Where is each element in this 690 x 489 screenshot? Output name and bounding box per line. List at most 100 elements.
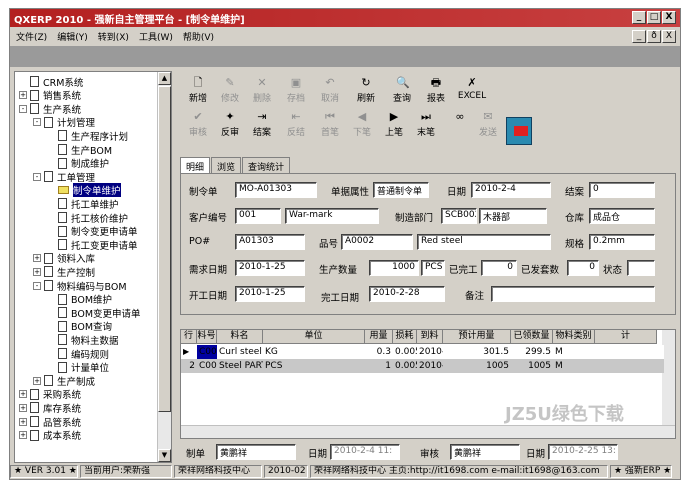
tree-item[interactable]: 制令变更申请单: [47, 225, 138, 238]
expand-icon[interactable]: +: [19, 417, 27, 426]
unit-field[interactable]: PCS: [421, 260, 445, 276]
grid-header[interactable]: 料名: [217, 330, 263, 344]
finish-date-field[interactable]: 2010-2-28: [369, 286, 445, 302]
grid-header[interactable]: 预计用量: [443, 330, 511, 344]
menu-tools[interactable]: 工具(W): [139, 30, 173, 43]
table-cell[interactable]: Curl steel: [217, 345, 263, 359]
grid-header[interactable]: 到料日期: [417, 330, 443, 344]
warehouse-field[interactable]: 成品仓: [589, 208, 655, 224]
tree-item[interactable]: 生产BOM: [47, 143, 112, 157]
tree-item[interactable]: 托工核价维护: [47, 211, 128, 225]
tree-item[interactable]: + 生产控制: [33, 265, 95, 279]
dept-code-field[interactable]: SCB002: [441, 208, 477, 224]
table-cell[interactable]: 1: [365, 359, 393, 373]
unaudit-button[interactable]: ✦ 反审: [214, 111, 246, 139]
table-cell[interactable]: [595, 345, 657, 359]
po-field[interactable]: A01303: [235, 234, 305, 250]
required-date-field[interactable]: 2010-1-25: [235, 260, 305, 276]
tree-item[interactable]: BOM查询: [47, 320, 112, 333]
tree-item[interactable]: + 成本系统: [19, 429, 81, 442]
table-cell[interactable]: [595, 359, 657, 373]
tree-item[interactable]: 制成维护: [47, 157, 109, 170]
customer-code-field[interactable]: 001: [235, 208, 281, 224]
collapse-icon[interactable]: -: [33, 172, 41, 181]
tree-item[interactable]: BOM变更申请单: [47, 306, 141, 320]
delete-button[interactable]: ✕ 删除: [246, 77, 278, 105]
tree-item[interactable]: 制令单维护: [47, 183, 121, 198]
note-field[interactable]: [491, 286, 655, 302]
part-code-field[interactable]: A0002: [341, 234, 413, 250]
table-cell[interactable]: 301.5: [443, 345, 511, 359]
expand-icon[interactable]: +: [19, 91, 27, 100]
customer-name-field[interactable]: War-mark: [285, 208, 379, 224]
table-cell[interactable]: 0.005: [393, 345, 417, 359]
mdi-restore-button[interactable]: ð: [647, 30, 661, 43]
table-cell[interactable]: C0001: [197, 345, 217, 359]
date-field[interactable]: 2010-2-4: [471, 182, 551, 198]
grid-horizontal-scrollbar[interactable]: [181, 425, 675, 438]
table-cell[interactable]: 0.005: [393, 359, 417, 373]
next-button[interactable]: ▶ 上笔: [378, 111, 410, 139]
quantity-field[interactable]: 1000: [369, 260, 419, 276]
table-cell[interactable]: 2: [181, 359, 197, 373]
menu-file[interactable]: 文件(Z): [16, 30, 47, 43]
tree-item[interactable]: 托工单维护: [47, 197, 119, 211]
tree-item[interactable]: + 销售系统: [19, 89, 81, 102]
grid-header[interactable]: 用量: [365, 330, 393, 344]
table-cell[interactable]: KG: [263, 345, 365, 359]
scroll-up-icon[interactable]: ▲: [158, 72, 171, 85]
tree-item[interactable]: + 品管系统: [19, 415, 81, 429]
last-button[interactable]: ⏭ 末笔: [410, 111, 442, 139]
table-cell[interactable]: 299.5: [511, 345, 553, 359]
table-cell[interactable]: PCS: [263, 359, 365, 373]
save-button[interactable]: ▣ 存档: [280, 77, 312, 105]
close-button[interactable]: X: [662, 11, 676, 24]
menu-edit[interactable]: 编辑(Y): [57, 30, 88, 43]
collapse-icon[interactable]: -: [33, 281, 41, 290]
table-cell[interactable]: M: [553, 345, 595, 359]
tree-item[interactable]: 托工变更申请单: [47, 238, 138, 252]
mdi-close-button[interactable]: X: [662, 30, 676, 43]
done-field[interactable]: 0: [481, 260, 517, 276]
tree-item[interactable]: 生产程序计划: [47, 129, 128, 143]
tree-item[interactable]: CRM系统: [19, 75, 83, 89]
grid-header[interactable]: 损耗: [393, 330, 417, 344]
close-case-button[interactable]: ⇥ 结案: [246, 111, 278, 139]
tab-query-stats[interactable]: 查询统计: [242, 157, 291, 173]
maker-field[interactable]: 黄鹏祥: [216, 444, 296, 460]
excel-button[interactable]: ✗ EXCEL: [456, 77, 488, 102]
sent-field[interactable]: 0: [567, 260, 599, 276]
exit-icon[interactable]: [506, 117, 532, 145]
refresh-button[interactable]: ↻ 刷新: [350, 77, 382, 105]
tree-item[interactable]: - 生产系统: [19, 102, 81, 116]
tree-item[interactable]: - 物料编码与BOM: [33, 279, 127, 293]
table-cell[interactable]: 1005: [511, 359, 553, 373]
minimize-button[interactable]: _: [632, 11, 646, 24]
new-button[interactable]: 🗋 新增: [182, 77, 214, 105]
maximize-button[interactable]: □: [647, 11, 661, 24]
edit-button[interactable]: ✎ 修改: [214, 77, 246, 105]
tree-item[interactable]: 物料主数据: [47, 333, 119, 347]
table-cell[interactable]: 1: [181, 345, 197, 359]
scroll-down-icon[interactable]: ▼: [158, 449, 171, 462]
report-button[interactable]: 🖶 报表: [420, 77, 452, 105]
unclose-button[interactable]: ⇤ 反结: [280, 111, 312, 139]
grid-header[interactable]: 单位: [263, 330, 365, 344]
expand-icon[interactable]: +: [33, 254, 41, 263]
part-name-field[interactable]: Red steel: [417, 234, 551, 250]
tree-item[interactable]: - 工单管理: [33, 170, 95, 184]
table-cell[interactable]: 2010-2-20: [417, 359, 443, 373]
table-cell[interactable]: 1005: [443, 359, 511, 373]
audit-button[interactable]: ✔ 审核: [182, 111, 214, 139]
table-cell[interactable]: M: [553, 359, 595, 373]
start-date-field[interactable]: 2010-1-25: [235, 286, 305, 302]
status-field[interactable]: [627, 260, 655, 276]
tree-item[interactable]: + 采购系统: [19, 388, 81, 401]
closed-field[interactable]: 0: [589, 182, 655, 198]
cancel-button[interactable]: ↶ 取消: [314, 77, 346, 105]
expand-icon[interactable]: +: [19, 390, 27, 399]
expand-icon[interactable]: +: [33, 267, 41, 276]
table-cell[interactable]: 0.3: [365, 345, 393, 359]
order-field[interactable]: MO-A01303: [235, 182, 317, 198]
menu-help[interactable]: 帮助(V): [183, 30, 214, 43]
